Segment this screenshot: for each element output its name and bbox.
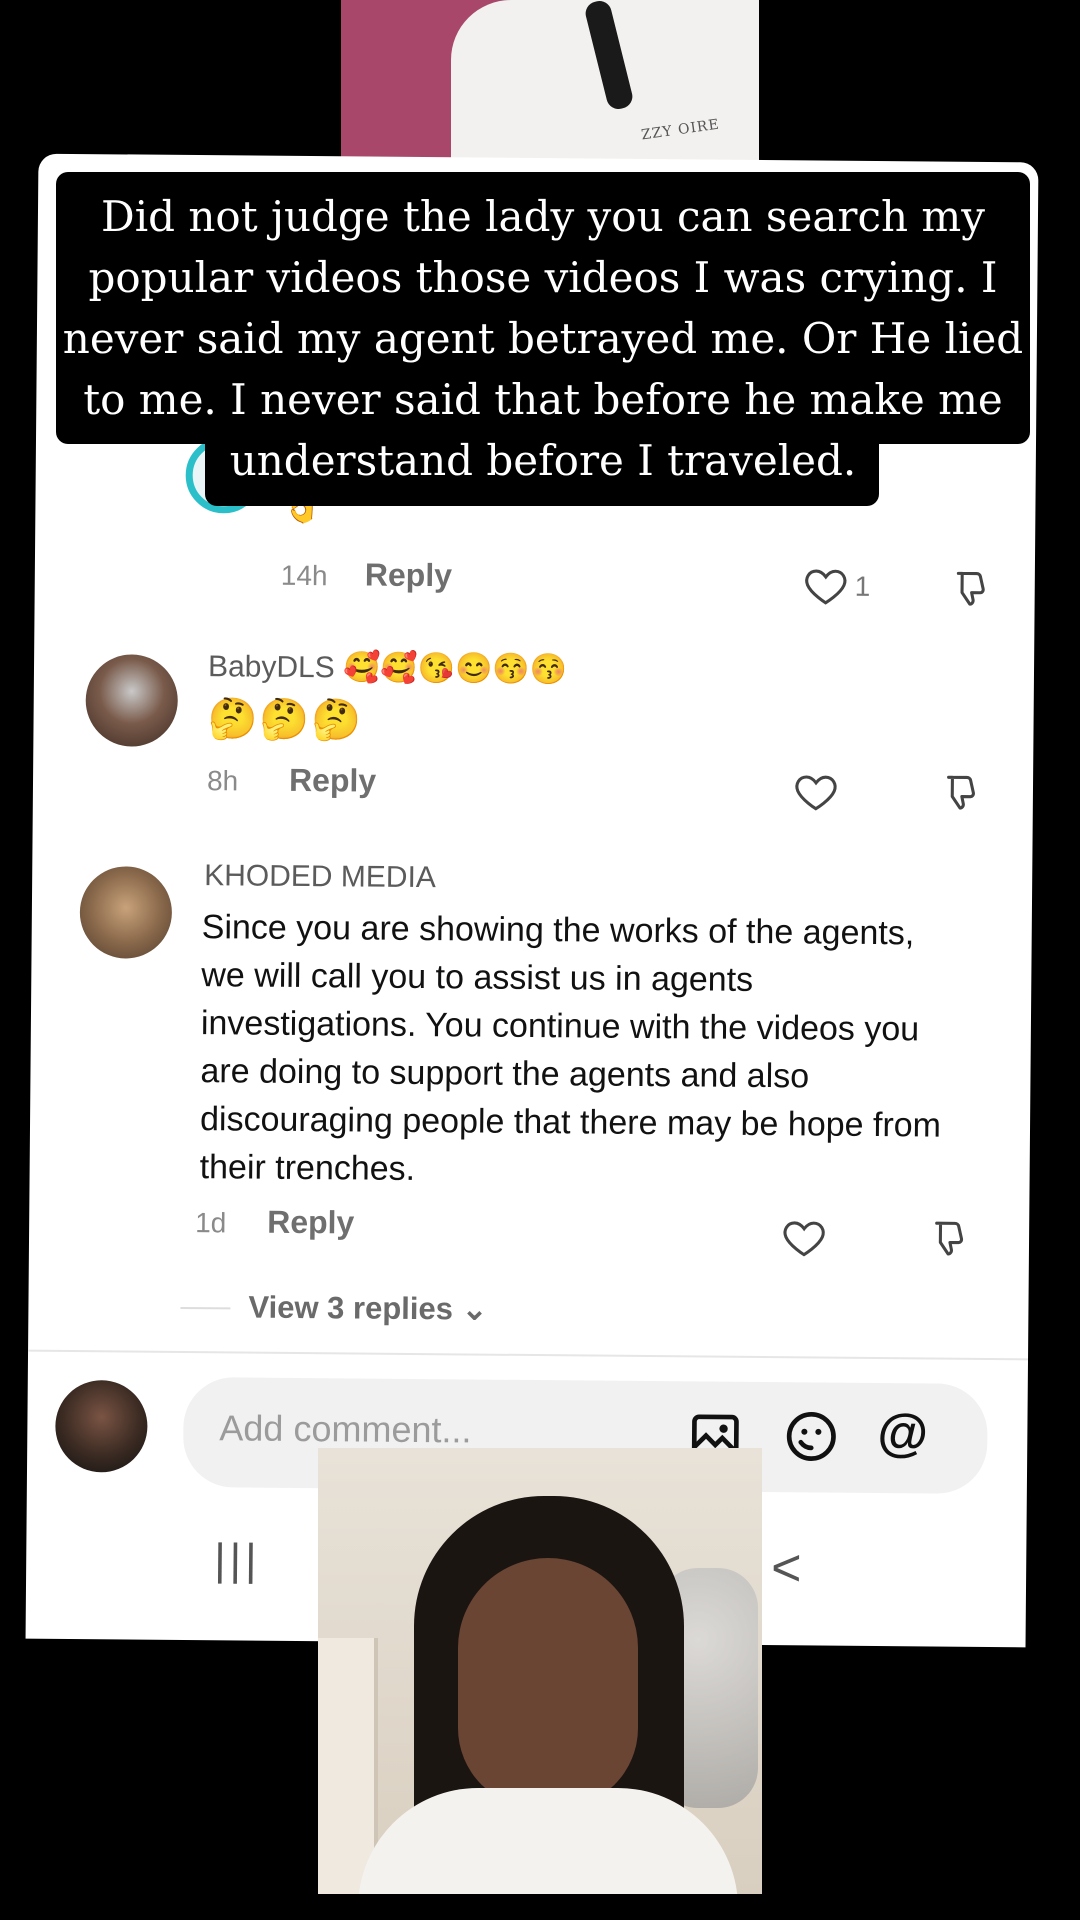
comment-emojis: 🤔🤔🤔: [207, 697, 364, 743]
comment-username[interactable]: KHODED MEDIA: [204, 859, 436, 895]
reply-button[interactable]: Reply: [267, 1204, 354, 1242]
user-avatar: [54, 1379, 148, 1473]
view-replies-button[interactable]: View 3 replies ⌄: [248, 1290, 487, 1328]
reply-button[interactable]: Reply: [365, 557, 452, 595]
emoji-icon[interactable]: [783, 1408, 839, 1464]
comment-body: Since you are showing the works of the a…: [199, 908, 942, 1188]
dislike-icon[interactable]: [925, 1215, 971, 1261]
like-count: 1: [854, 570, 871, 602]
avatar[interactable]: [79, 866, 173, 959]
avatar[interactable]: [85, 654, 179, 747]
comment-time: 14h: [280, 559, 328, 592]
back-nav-button[interactable]: <: [771, 1538, 802, 1598]
dislike-icon[interactable]: [947, 566, 993, 612]
comment-input-placeholder: Add comment...: [219, 1407, 472, 1451]
recents-nav-button[interactable]: |||: [214, 1535, 261, 1585]
comment-username[interactable]: BabyDLS 🥰🥰😘😊😚😚: [208, 649, 567, 687]
heart-icon[interactable]: [781, 1214, 827, 1260]
comment-time: 1d: [195, 1207, 227, 1239]
heart-icon[interactable]: [803, 562, 849, 608]
at-icon[interactable]: @: [877, 1403, 928, 1463]
divider: [28, 1349, 1029, 1361]
top-video-snippet: ZZY OIRE: [341, 0, 759, 162]
comment-time: 8h: [206, 765, 239, 797]
reply-button[interactable]: Reply: [289, 762, 376, 800]
face-inset-photo: [318, 1448, 762, 1894]
face-shape: [458, 1558, 638, 1808]
caption-text: Did not judge the lady you can search my…: [62, 192, 1024, 485]
dislike-icon[interactable]: [937, 770, 983, 816]
view-replies-line: [180, 1306, 231, 1310]
heart-icon[interactable]: [793, 768, 839, 814]
